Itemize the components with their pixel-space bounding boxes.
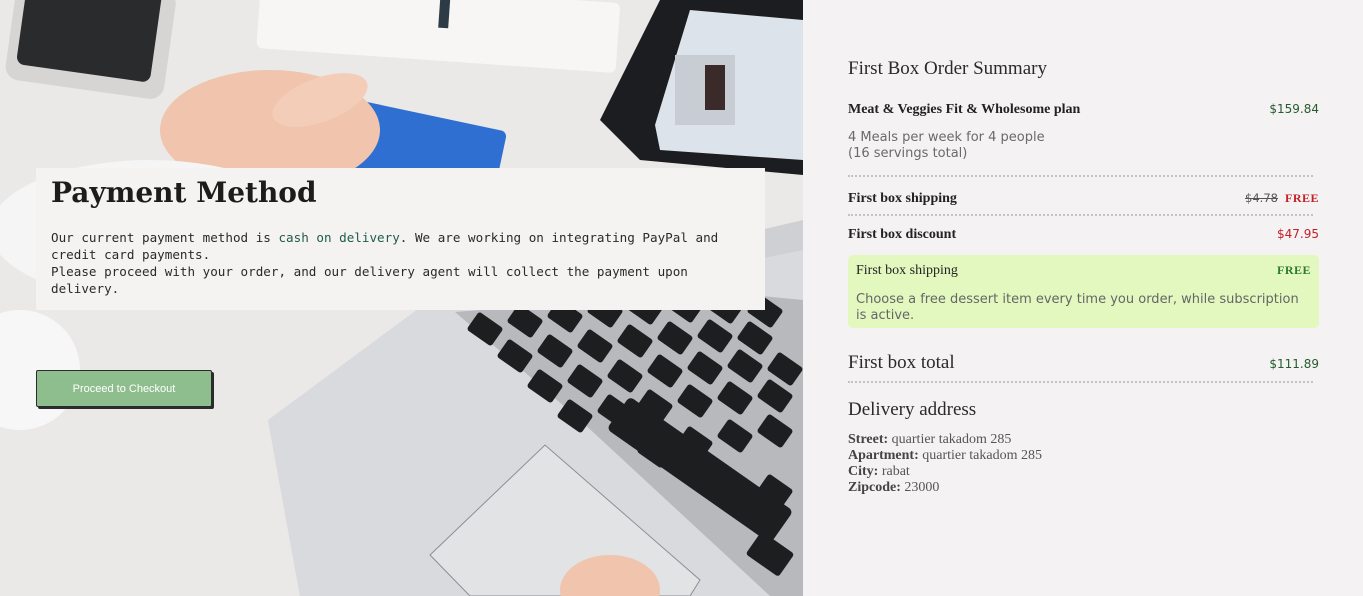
order-summary-title: First Box Order Summary — [848, 58, 1047, 79]
discount-value: $47.95 — [1277, 227, 1319, 241]
total-row: First box total $111.89 — [848, 352, 1319, 374]
shipping-old-price: $4.78 — [1245, 191, 1278, 205]
divider — [848, 214, 1313, 216]
discount-row: First box discount $47.95 — [848, 227, 1319, 243]
promo-description: Choose a free dessert item every time yo… — [856, 292, 1299, 323]
divider — [848, 175, 1313, 177]
zipcode-line: Zipcode: 23000 — [848, 480, 1042, 496]
payment-text-before: Our current payment method is — [51, 230, 279, 245]
street-line: Street: quartier takadom 285 — [848, 432, 1042, 448]
plan-details-line-2: (16 servings total) — [848, 146, 968, 161]
city-label: City: — [848, 464, 879, 479]
plan-details: 4 Meals per week for 4 people (16 servin… — [848, 130, 1045, 162]
city-line: City: rabat — [848, 464, 1042, 480]
apartment-value: quartier takadom 285 — [922, 448, 1043, 463]
shipping-label: First box shipping — [848, 191, 957, 206]
plan-price: $159.84 — [1269, 102, 1319, 116]
total-label: First box total — [848, 352, 955, 373]
promo-box: First box shipping FREE Choose a free de… — [848, 255, 1319, 328]
order-summary-panel: First Box Order Summary Meat & Veggies F… — [803, 0, 1363, 596]
shipping-row: First box shipping $4.78 FREE — [848, 187, 1319, 207]
payment-method-card: Payment Method Our current payment metho… — [36, 168, 765, 310]
discount-label: First box discount — [848, 227, 957, 242]
delivery-address-title: Delivery address — [848, 399, 977, 420]
proceed-to-checkout-button[interactable]: Proceed to Checkout — [36, 370, 212, 407]
delivery-address-block: Street: quartier takadom 285 Apartment: … — [848, 432, 1042, 496]
zipcode-label: Zipcode: — [848, 480, 901, 495]
divider — [848, 381, 1313, 383]
plan-details-line-1: 4 Meals per week for 4 people — [848, 130, 1045, 145]
payment-highlight: cash on delivery — [278, 230, 400, 245]
city-value: rabat — [881, 464, 910, 479]
shipping-price: $4.78 FREE — [1245, 187, 1319, 206]
background-photo-panel: Payment Method Our current payment metho… — [0, 0, 803, 596]
plan-row: Meat & Veggies Fit & Wholesome plan $159… — [848, 102, 1319, 118]
zipcode-value: 23000 — [904, 480, 940, 495]
street-value: quartier takadom 285 — [891, 432, 1012, 447]
apartment-line: Apartment: quartier takadom 285 — [848, 448, 1042, 464]
payment-method-description: Our current payment method is cash on de… — [51, 229, 750, 297]
apartment-label: Apartment: — [848, 448, 919, 463]
street-label: Street: — [848, 432, 889, 447]
plan-name: Meat & Veggies Fit & Wholesome plan — [848, 102, 1081, 117]
payment-method-title: Payment Method — [51, 176, 317, 209]
shipping-free-badge: FREE — [1284, 191, 1319, 205]
total-value: $111.89 — [1269, 357, 1319, 371]
promo-label: First box shipping — [856, 263, 958, 278]
promo-free-badge: FREE — [1276, 263, 1311, 277]
